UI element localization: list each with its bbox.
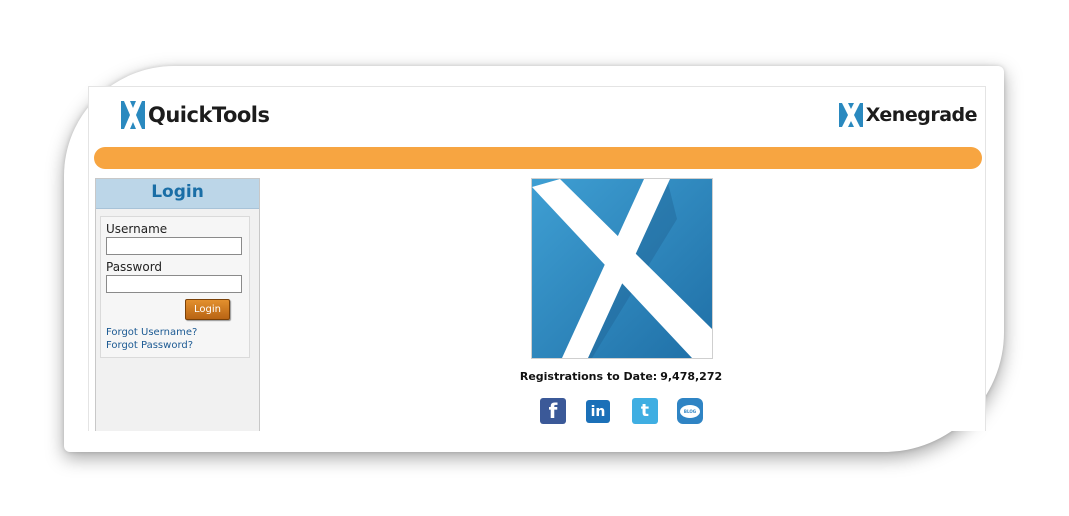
username-input[interactable] [106, 237, 242, 255]
password-label: Password [106, 260, 163, 274]
login-form: Username Password Login Forgot Username?… [100, 216, 250, 358]
password-input[interactable] [106, 275, 242, 293]
login-button[interactable]: Login [185, 299, 230, 320]
header-divider-bar [94, 147, 982, 169]
quicktools-logo-icon [121, 101, 145, 129]
registrations-counter: Registrations to Date: 9,478,272 [469, 370, 773, 383]
forgot-username-link[interactable]: Forgot Username? [106, 327, 197, 338]
linkedin-icon[interactable]: in [586, 400, 610, 423]
login-title: Login [96, 179, 259, 209]
login-panel: Login Username Password Login Forgot Use… [95, 178, 260, 431]
facebook-glyph: f [548, 399, 558, 423]
linkedin-glyph: in [590, 403, 606, 420]
quicktools-logo[interactable]: QuickTools [121, 101, 270, 129]
xenegrade-logo-icon [838, 103, 863, 127]
twitter-icon[interactable]: t [632, 398, 658, 424]
registrations-label: Registrations to Date: [519, 370, 658, 383]
username-label: Username [106, 222, 168, 236]
brand-name: Xenegrade [865, 104, 978, 126]
registrations-count: 9,478,272 [660, 370, 723, 383]
blog-glyph: BLOG [680, 404, 700, 418]
forgot-password-link[interactable]: Forgot Password? [106, 340, 193, 351]
facebook-icon[interactable]: f [540, 398, 566, 424]
twitter-glyph: t [640, 401, 650, 421]
hero-logo-image [531, 178, 713, 359]
app-name: QuickTools [148, 103, 270, 127]
xenegrade-logo[interactable]: Xenegrade [838, 103, 978, 127]
blog-icon[interactable]: BLOG [677, 398, 703, 424]
page-content: QuickTools Xenegrade Login Username Pass… [88, 86, 986, 431]
